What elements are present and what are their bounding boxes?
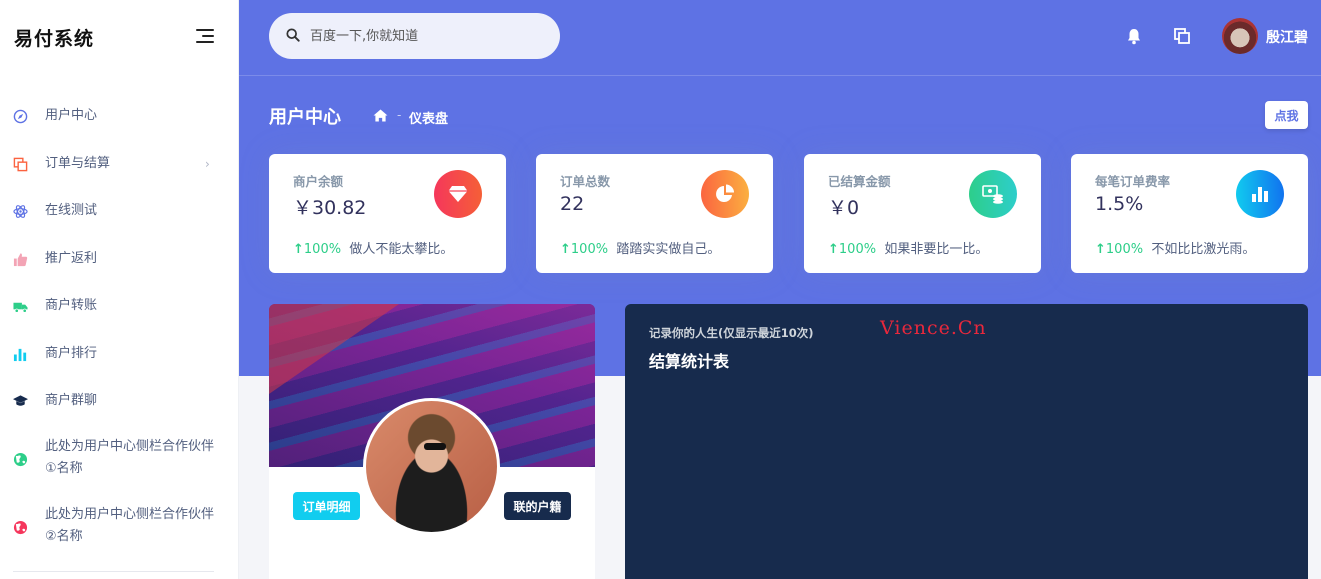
menu-toggle-icon[interactable]: [196, 29, 214, 43]
sidebar-item-group-chat[interactable]: 商户群聊: [0, 381, 239, 421]
breadcrumb-separator: -: [397, 108, 402, 122]
stat-footer: ↑100% 做人不能太攀比。: [293, 238, 453, 257]
search-icon: [286, 28, 300, 42]
sidebar-item-label: 此处为用户中心侧栏合作伙伴①名称: [45, 439, 215, 476]
sidebar-item-label: 商户群聊: [45, 393, 98, 408]
user-avatar[interactable]: [1222, 18, 1258, 54]
windows-icon[interactable]: [1174, 28, 1190, 44]
click-me-button[interactable]: 点我: [1265, 101, 1308, 129]
sidebar-item-partner-2[interactable]: 此处为用户中心侧栏合作伙伴②名称: [0, 500, 239, 556]
globe-green-icon: [13, 452, 28, 467]
settlement-chart-card: 记录你的人生(仅显示最近10次) 结算统计表: [625, 304, 1308, 579]
contact-button[interactable]: 联的户籍: [504, 492, 571, 520]
topbar-divider: [239, 75, 1321, 76]
stat-note: 不如比比激光雨。: [1151, 242, 1256, 257]
graduation-cap-icon: [13, 394, 28, 409]
money-stack-icon: [969, 170, 1017, 218]
search-input[interactable]: [310, 25, 540, 47]
avatar-detail: [424, 443, 446, 450]
breadcrumb-current[interactable]: 仪表盘: [409, 108, 448, 127]
thumbs-up-icon: [13, 252, 28, 267]
pie-chart-icon: [701, 170, 749, 218]
stat-note: 如果非要比一比。: [884, 242, 989, 257]
chart-title: 结算统计表: [649, 352, 730, 371]
sidebar-item-user-center[interactable]: 用户中心: [0, 96, 239, 136]
sidebar-item-ranking[interactable]: 商户排行: [0, 334, 239, 374]
sidebar-item-online-test[interactable]: 在线测试: [0, 191, 239, 231]
sidebar-item-label: 此处为用户中心侧栏合作伙伴②名称: [45, 507, 215, 544]
profile-avatar[interactable]: [363, 398, 500, 535]
sidebar-item-label: 在线测试: [45, 203, 98, 218]
brand-title: 易付系统: [14, 28, 95, 50]
stat-value: 22: [560, 193, 585, 215]
sidebar: 易付系统 用户中心 订单与结算 › 在线测试 推广返利 商户转账 商户排行 商户…: [0, 0, 239, 579]
watermark-text: Vience.Cn: [880, 317, 987, 339]
cover-decoration: [269, 304, 399, 394]
sidebar-item-label: 订单与结算: [45, 156, 111, 171]
copy-icon: [13, 157, 28, 172]
search-box[interactable]: [269, 13, 560, 59]
arrow-up-icon: ↑: [828, 242, 839, 257]
sidebar-item-label: 商户转账: [45, 298, 98, 313]
stat-percent: 100%: [570, 242, 609, 257]
arrow-up-icon: ↑: [293, 242, 304, 257]
bell-icon[interactable]: [1126, 28, 1142, 45]
arrow-up-icon: ↑: [560, 242, 571, 257]
atom-icon: [13, 204, 28, 219]
user-name[interactable]: 殷江碧: [1266, 27, 1308, 47]
sidebar-item-transfer[interactable]: 商户转账: [0, 286, 239, 326]
stat-footer: ↑100% 踏踏实实做自己。: [560, 238, 720, 257]
stat-percent: 100%: [1105, 242, 1144, 257]
stat-card-fee-rate: 每笔订单费率 1.5% ↑100% 不如比比激光雨。: [1071, 154, 1308, 273]
chart-subtitle: 记录你的人生(仅显示最近10次): [649, 326, 814, 340]
sidebar-item-label: 用户中心: [45, 108, 98, 123]
compass-icon: [13, 109, 28, 124]
stat-value: ￥0: [828, 197, 860, 219]
sidebar-item-label: 商户排行: [45, 346, 98, 361]
stat-label: 订单总数: [560, 174, 611, 189]
page-title: 用户中心: [269, 107, 341, 128]
stat-value: 1.5%: [1095, 193, 1144, 215]
stat-card-settled: 已结算金额 ￥0 ↑100% 如果非要比一比。: [804, 154, 1041, 273]
stat-value: ￥30.82: [293, 197, 367, 219]
stat-note: 做人不能太攀比。: [349, 242, 454, 257]
chevron-right-icon: ›: [205, 157, 210, 171]
sidebar-divider: [13, 571, 214, 572]
stat-footer: ↑100% 如果非要比一比。: [828, 238, 988, 257]
stat-card-balance: 商户余额 ￥30.82 ↑100% 做人不能太攀比。: [269, 154, 506, 273]
stat-label: 已结算金额: [828, 174, 891, 189]
sidebar-item-referral[interactable]: 推广返利: [0, 239, 239, 279]
stat-footer: ↑100% 不如比比激光雨。: [1095, 238, 1255, 257]
arrow-up-icon: ↑: [1095, 242, 1106, 257]
truck-icon: [13, 299, 28, 314]
sidebar-item-orders[interactable]: 订单与结算 ›: [0, 144, 239, 184]
bar-chart-icon: [1236, 170, 1284, 218]
stat-percent: 100%: [303, 242, 342, 257]
diamond-icon: [434, 170, 482, 218]
sidebar-item-partner-1[interactable]: 此处为用户中心侧栏合作伙伴①名称: [0, 432, 239, 488]
order-details-button[interactable]: 订单明细: [293, 492, 360, 520]
stat-label: 每笔订单费率: [1095, 174, 1171, 189]
stat-card-orders: 订单总数 22 ↑100% 踏踏实实做自己。: [536, 154, 773, 273]
home-icon[interactable]: [373, 109, 388, 122]
globe-red-icon: [13, 520, 28, 535]
stat-percent: 100%: [838, 242, 877, 257]
stat-label: 商户余额: [293, 174, 344, 189]
bar-chart-icon: [13, 347, 28, 362]
stat-note: 踏踏实实做自己。: [616, 242, 721, 257]
sidebar-item-label: 推广返利: [45, 251, 98, 266]
